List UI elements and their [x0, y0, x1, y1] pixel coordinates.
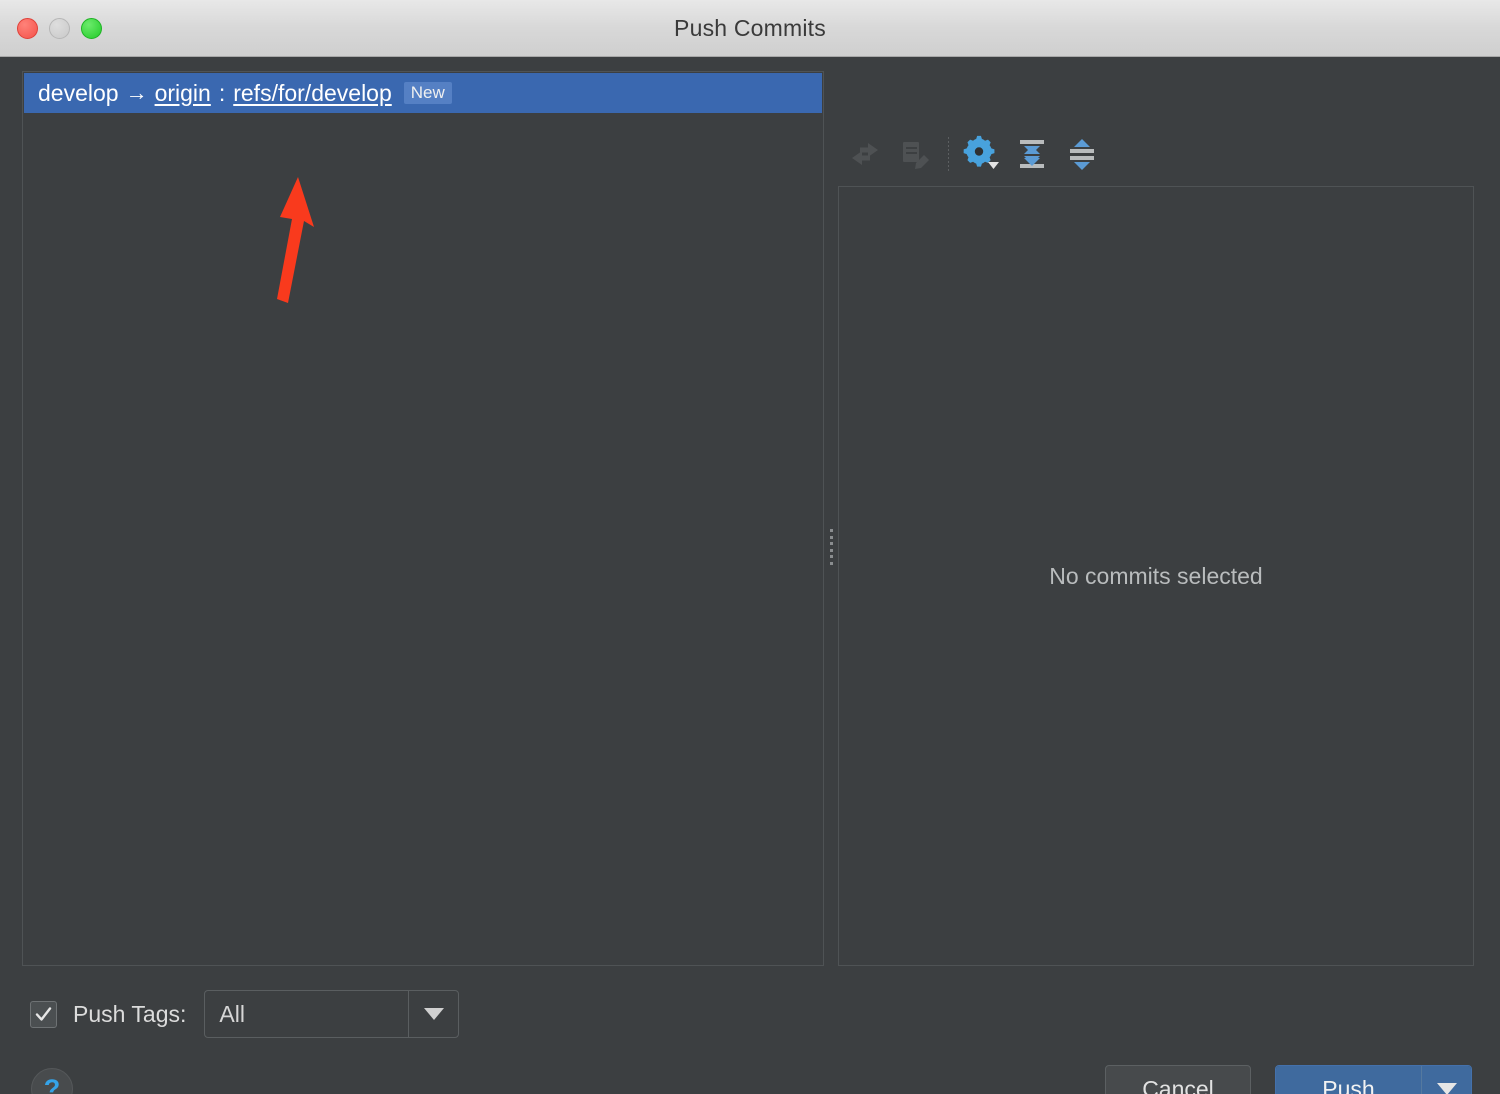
- arrow-glyph-icon: →: [119, 80, 155, 106]
- commit-toolbar: [840, 127, 1107, 181]
- commit-detail-panel: No commits selected: [838, 186, 1474, 966]
- chevron-down-icon[interactable]: [408, 991, 458, 1037]
- maximize-window-button[interactable]: [81, 18, 102, 39]
- push-tags-select[interactable]: All: [204, 990, 459, 1038]
- help-button[interactable]: ?: [31, 1068, 73, 1094]
- question-mark-icon: ?: [44, 1076, 61, 1094]
- target-ref-link[interactable]: refs/for/develop: [233, 80, 392, 107]
- push-tags-selected-value: All: [205, 991, 408, 1037]
- splitter-dot: [830, 529, 833, 532]
- splitter-dot: [830, 562, 833, 565]
- window-titlebar: Push Commits: [0, 0, 1500, 57]
- splitter-dot: [830, 542, 833, 545]
- push-commits-dialog: Push Commits develop → origin : refs/for…: [0, 0, 1500, 1094]
- collapse-selection-icon[interactable]: [840, 129, 890, 179]
- splitter-dot: [830, 536, 833, 539]
- checkmark-icon: [34, 1005, 53, 1024]
- source-branch-label: develop: [38, 82, 119, 105]
- settings-gear-icon[interactable]: [957, 129, 1007, 179]
- dialog-footer-buttons: Cancel Push: [1105, 1065, 1472, 1094]
- new-branch-badge: New: [404, 82, 452, 104]
- splitter-dot: [830, 549, 833, 552]
- traffic-lights: [17, 0, 102, 56]
- splitter-dot: [830, 555, 833, 558]
- push-tags-label: Push Tags:: [73, 1001, 186, 1028]
- toolbar-separator: [948, 137, 949, 171]
- push-button[interactable]: Push: [1276, 1066, 1421, 1094]
- close-window-button[interactable]: [17, 18, 38, 39]
- no-commits-message: No commits selected: [1049, 563, 1262, 590]
- panel-splitter-handle[interactable]: [827, 529, 835, 565]
- push-button-group: Push: [1275, 1065, 1472, 1094]
- push-options-chevron-down-icon[interactable]: [1421, 1066, 1471, 1094]
- expand-all-icon[interactable]: [1007, 129, 1057, 179]
- cancel-button[interactable]: Cancel: [1105, 1065, 1251, 1094]
- window-title: Push Commits: [674, 15, 826, 42]
- push-spec-row[interactable]: develop → origin : refs/for/develop New: [24, 73, 822, 113]
- remote-link[interactable]: origin: [155, 80, 211, 107]
- collapse-all-icon[interactable]: [1057, 129, 1107, 179]
- minimize-window-button[interactable]: [49, 18, 70, 39]
- push-tags-checkbox[interactable]: [30, 1001, 57, 1028]
- push-tags-row: Push Tags: All: [30, 990, 459, 1038]
- spec-separator: :: [211, 80, 233, 107]
- push-spec-list-panel: develop → origin : refs/for/develop New: [22, 71, 824, 966]
- dialog-body: develop → origin : refs/for/develop New: [0, 57, 1500, 1094]
- edit-commit-message-icon[interactable]: [890, 129, 940, 179]
